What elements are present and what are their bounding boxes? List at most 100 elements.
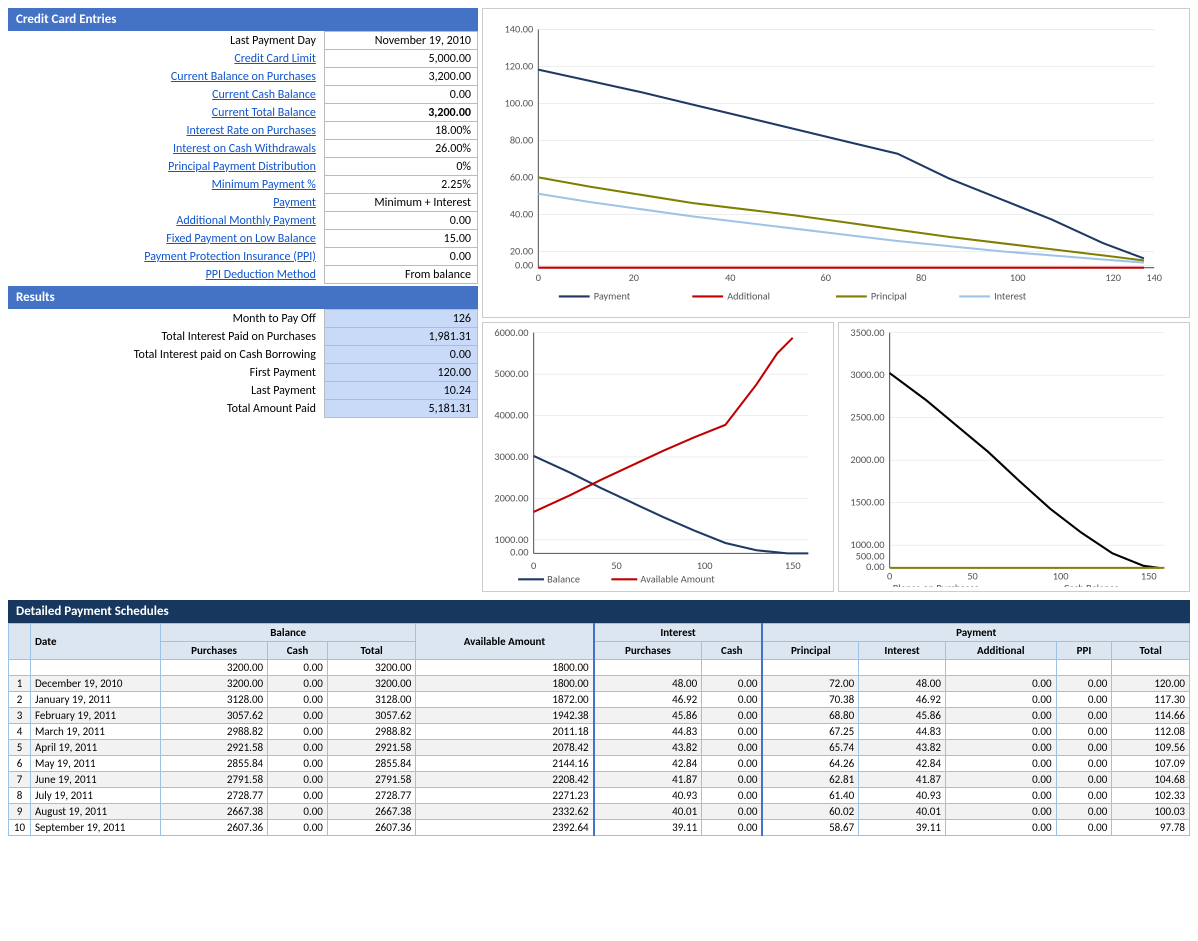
row-p-total: 114.66 bbox=[1112, 708, 1190, 724]
entry-value: 0.00 bbox=[324, 86, 477, 104]
entry-label[interactable]: Current Cash Balance bbox=[8, 86, 324, 104]
results-header: Results bbox=[8, 286, 478, 309]
row-p-additional: 0.00 bbox=[945, 804, 1056, 820]
svg-text:0.00: 0.00 bbox=[866, 560, 884, 573]
row-i-purchases: 46.92 bbox=[594, 692, 702, 708]
entry-label[interactable]: Current Total Balance bbox=[8, 104, 324, 122]
col-rownum bbox=[9, 624, 31, 660]
result-row: Month to Pay Off126 bbox=[8, 310, 478, 328]
detail-row: 8 July 19, 2011 2728.77 0.00 2728.77 227… bbox=[9, 788, 1190, 804]
entry-row: Interest on Cash Withdrawals26.00% bbox=[8, 140, 478, 158]
row-p-ppi: 0.00 bbox=[1056, 724, 1112, 740]
credit-card-entries-header: Credit Card Entries bbox=[8, 8, 478, 31]
init-date bbox=[31, 660, 161, 676]
col-payment-principal: Principal bbox=[762, 642, 858, 660]
row-date: August 19, 2011 bbox=[31, 804, 161, 820]
row-p-principal: 72.00 bbox=[762, 676, 858, 692]
entry-row: Fixed Payment on Low Balance15.00 bbox=[8, 230, 478, 248]
row-pur-balance: 2988.82 bbox=[161, 724, 268, 740]
row-cash-balance: 0.00 bbox=[268, 772, 328, 788]
entry-value: 0.00 bbox=[324, 212, 477, 230]
row-p-interest: 39.11 bbox=[859, 820, 946, 836]
detail-table: Date Balance Available Amount Interest P… bbox=[8, 623, 1190, 836]
row-p-additional: 0.00 bbox=[945, 676, 1056, 692]
row-available: 2144.16 bbox=[416, 756, 594, 772]
entry-label[interactable]: Additional Monthly Payment bbox=[8, 212, 324, 230]
row-i-purchases: 40.01 bbox=[594, 804, 702, 820]
svg-text:0: 0 bbox=[531, 559, 536, 572]
row-i-cash: 0.00 bbox=[702, 804, 763, 820]
row-p-interest: 40.01 bbox=[859, 804, 946, 820]
bottom-charts-row: 6000.00 5000.00 4000.00 3000.00 2000.00 … bbox=[482, 322, 1190, 592]
entry-row: Minimum Payment %2.25% bbox=[8, 176, 478, 194]
row-available: 2332.62 bbox=[416, 804, 594, 820]
row-total-balance: 2988.82 bbox=[327, 724, 415, 740]
svg-text:2000.00: 2000.00 bbox=[494, 492, 528, 505]
entry-label[interactable]: Payment bbox=[8, 194, 324, 212]
svg-text:80.00: 80.00 bbox=[510, 133, 533, 146]
svg-text:Additional: Additional bbox=[727, 290, 770, 303]
result-value: 5,181.31 bbox=[324, 400, 477, 418]
row-p-ppi: 0.00 bbox=[1056, 756, 1112, 772]
svg-text:2000.00: 2000.00 bbox=[850, 453, 884, 466]
row-p-additional: 0.00 bbox=[945, 788, 1056, 804]
row-cash-balance: 0.00 bbox=[268, 692, 328, 708]
entry-label[interactable]: Minimum Payment % bbox=[8, 176, 324, 194]
row-pur-balance: 2855.84 bbox=[161, 756, 268, 772]
entry-label[interactable]: Current Balance on Purchases bbox=[8, 68, 324, 86]
row-date: April 19, 2011 bbox=[31, 740, 161, 756]
col-date: Date bbox=[31, 624, 161, 660]
row-i-purchases: 48.00 bbox=[594, 676, 702, 692]
row-p-additional: 0.00 bbox=[945, 724, 1056, 740]
row-total-balance: 3200.00 bbox=[327, 676, 415, 692]
entry-label[interactable]: Principal Payment Distribution bbox=[8, 158, 324, 176]
entry-value: 18.00% bbox=[324, 122, 477, 140]
entry-label[interactable]: Interest on Cash Withdrawals bbox=[8, 140, 324, 158]
row-available: 1872.00 bbox=[416, 692, 594, 708]
detail-row: 1 December 19, 2010 3200.00 0.00 3200.00… bbox=[9, 676, 1190, 692]
row-total-balance: 2921.58 bbox=[327, 740, 415, 756]
svg-text:100: 100 bbox=[697, 559, 713, 572]
svg-text:140: 140 bbox=[1146, 271, 1162, 284]
bottom-left-chart: 6000.00 5000.00 4000.00 3000.00 2000.00 … bbox=[482, 322, 834, 592]
row-pur-balance: 3057.62 bbox=[161, 708, 268, 724]
entry-label[interactable]: Credit Card Limit bbox=[8, 50, 324, 68]
detail-row: 9 August 19, 2011 2667.38 0.00 2667.38 2… bbox=[9, 804, 1190, 820]
row-p-interest: 42.84 bbox=[859, 756, 946, 772]
svg-text:100.00: 100.00 bbox=[505, 97, 534, 110]
row-p-interest: 48.00 bbox=[859, 676, 946, 692]
result-row: Last Payment10.24 bbox=[8, 382, 478, 400]
svg-text:Interest: Interest bbox=[994, 290, 1027, 303]
detail-row: 6 May 19, 2011 2855.84 0.00 2855.84 2144… bbox=[9, 756, 1190, 772]
row-total-balance: 3057.62 bbox=[327, 708, 415, 724]
svg-text:Available Amount: Available Amount bbox=[640, 572, 715, 585]
entry-value: 15.00 bbox=[324, 230, 477, 248]
svg-text:20.00: 20.00 bbox=[510, 244, 533, 257]
entry-label[interactable]: Fixed Payment on Low Balance bbox=[8, 230, 324, 248]
row-p-ppi: 0.00 bbox=[1056, 788, 1112, 804]
col-available: Available Amount bbox=[416, 624, 594, 660]
col-payment-group: Payment bbox=[762, 624, 1189, 642]
row-i-purchases: 41.87 bbox=[594, 772, 702, 788]
detail-row: 3 February 19, 2011 3057.62 0.00 3057.62… bbox=[9, 708, 1190, 724]
row-available: 2271.23 bbox=[416, 788, 594, 804]
col-interest-purchases: Purchases bbox=[594, 642, 702, 660]
row-total-balance: 2791.58 bbox=[327, 772, 415, 788]
row-p-additional: 0.00 bbox=[945, 740, 1056, 756]
row-available: 2392.64 bbox=[416, 820, 594, 836]
row-num: 7 bbox=[9, 772, 31, 788]
col-payment-total: Total bbox=[1112, 642, 1190, 660]
svg-text:3500.00: 3500.00 bbox=[850, 327, 884, 339]
row-date: January 19, 2011 bbox=[31, 692, 161, 708]
row-p-ppi: 0.00 bbox=[1056, 676, 1112, 692]
init-cash: 0.00 bbox=[268, 660, 328, 676]
row-i-cash: 0.00 bbox=[702, 820, 763, 836]
row-p-principal: 68.80 bbox=[762, 708, 858, 724]
bottom-left-svg: 6000.00 5000.00 4000.00 3000.00 2000.00 … bbox=[487, 327, 829, 587]
result-value: 10.24 bbox=[324, 382, 477, 400]
row-p-ppi: 0.00 bbox=[1056, 708, 1112, 724]
entry-label[interactable]: Payment Protection Insurance (PPI) bbox=[8, 248, 324, 266]
entry-label[interactable]: PPI Deduction Method bbox=[8, 266, 324, 284]
row-p-principal: 61.40 bbox=[762, 788, 858, 804]
entry-label[interactable]: Interest Rate on Purchases bbox=[8, 122, 324, 140]
